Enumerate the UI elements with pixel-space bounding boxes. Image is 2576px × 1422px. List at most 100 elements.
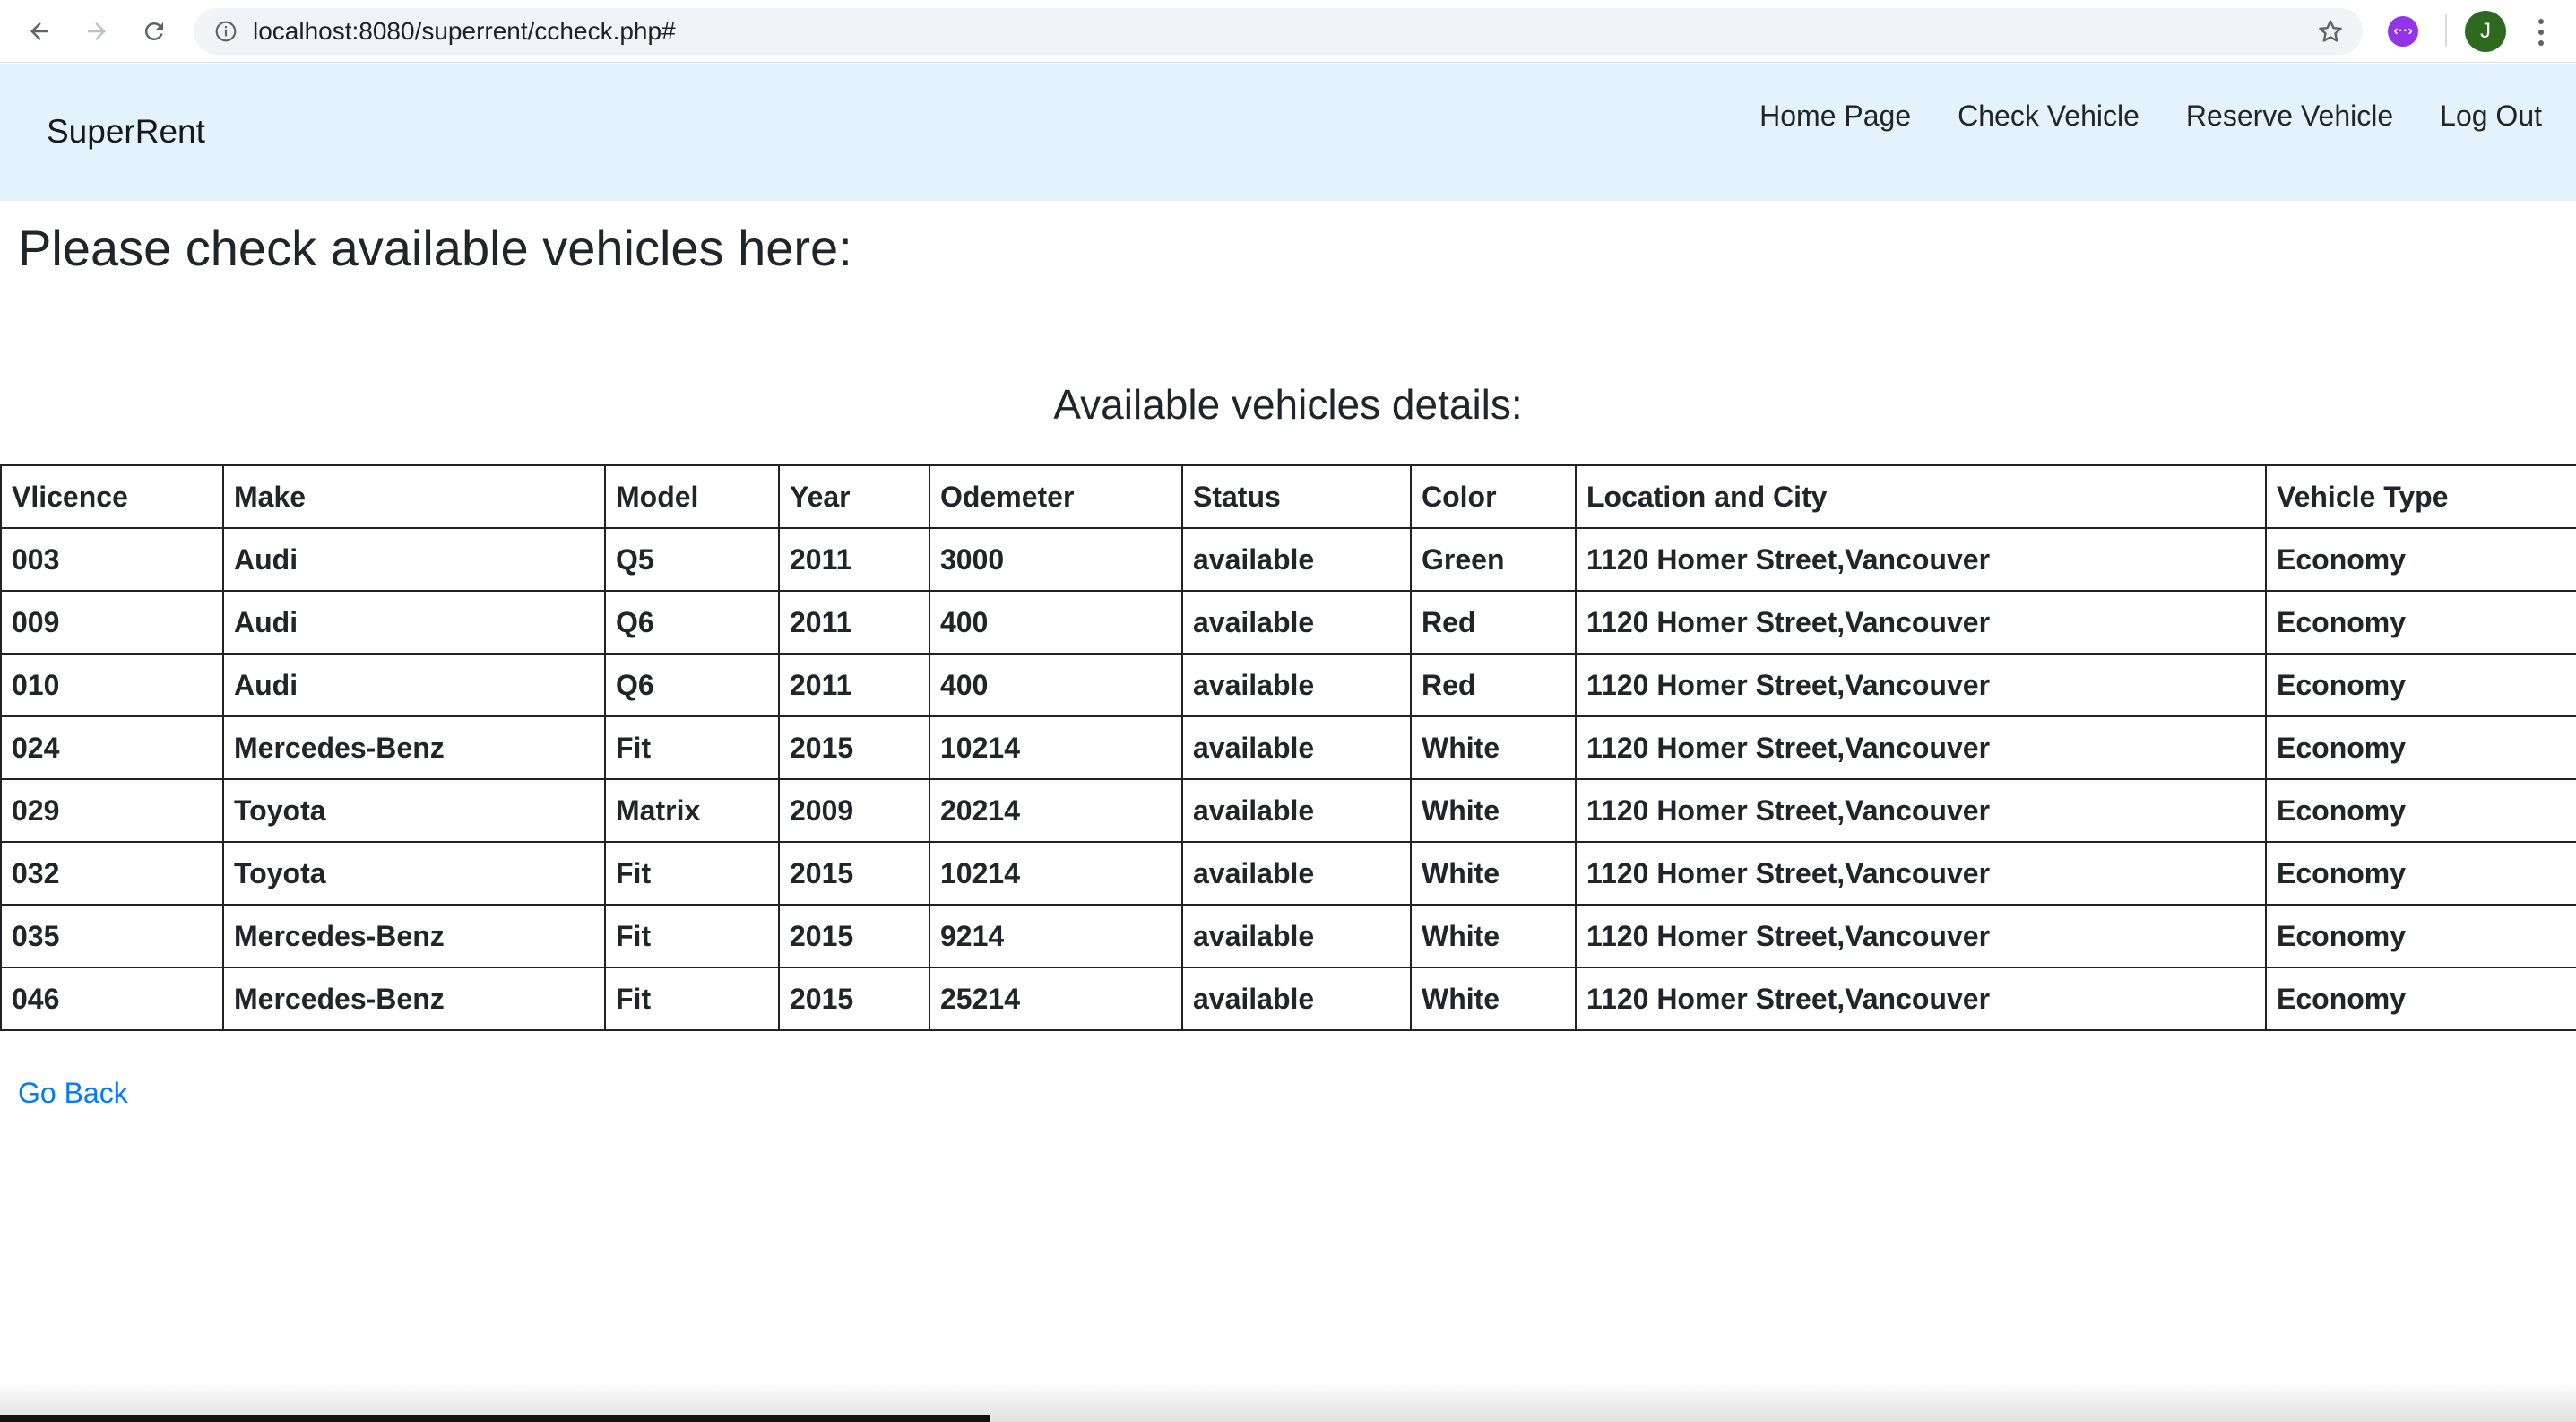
table-cell: Q5 — [604, 527, 780, 592]
table-cell: 3000 — [929, 527, 1183, 592]
table-cell: available — [1181, 715, 1412, 780]
arrow-left-icon — [30, 22, 48, 40]
table-row: 009 Audi Q6 2011 400 available Red 1120 Homer S… — [0, 590, 2576, 655]
table-cell: 2009 — [778, 778, 930, 843]
table-cell: Fit — [604, 715, 780, 780]
table-cell: 035 — [0, 904, 224, 968]
table-cell: Red — [1410, 590, 1577, 655]
table-cell: 2011 — [778, 527, 930, 592]
table-cell: 046 — [0, 967, 224, 1031]
table-cell: 2015 — [778, 715, 930, 780]
nav-log-out[interactable]: Log Out — [2440, 96, 2542, 135]
table-cell: 2015 — [778, 904, 930, 968]
table-cell: 2015 — [778, 841, 930, 906]
profile-avatar[interactable]: J — [2465, 11, 2506, 52]
address-bar[interactable] — [194, 8, 2363, 55]
table-cell: available — [1181, 904, 1412, 968]
table-cell: Audi — [222, 527, 606, 592]
table-cell: Green — [1410, 527, 1577, 592]
vehicles-table: Vlicence Make Model Year Odemeter Status… — [0, 464, 2576, 1031]
table-row: 035 Mercedes-Benz Fit 2015 9214 available Whit… — [0, 904, 2576, 968]
bookmark-star-icon[interactable] — [2316, 17, 2345, 46]
back-button[interactable] — [20, 12, 59, 51]
table-cell: available — [1181, 653, 1412, 717]
nav-reserve-vehicle[interactable]: Reserve Vehicle — [2186, 96, 2393, 135]
table-cell: Fit — [604, 841, 780, 906]
column-header: Vehicle Type — [2265, 464, 2576, 529]
table-cell: Economy — [2265, 653, 2576, 717]
table-cell: Economy — [2265, 904, 2576, 968]
table-cell: 1120 Homer Street,Vancouver — [1575, 653, 2267, 717]
column-header: Make — [222, 464, 606, 529]
reload-icon — [144, 22, 163, 40]
table-cell: Matrix — [604, 778, 780, 843]
table-cell: Q6 — [604, 653, 780, 717]
table-row: 032 Toyota Fit 2015 10214 available White 1120 … — [0, 841, 2576, 906]
table-cell: 10214 — [929, 841, 1183, 906]
table-cell: 20214 — [929, 778, 1183, 843]
table-cell: 9214 — [929, 904, 1183, 968]
reload-button[interactable] — [134, 12, 174, 51]
column-header: Odemeter — [929, 464, 1183, 529]
table-cell: White — [1410, 904, 1577, 968]
page-title: Please check available vehicles here: — [18, 220, 852, 276]
site-navbar: SuperRent Home Page Check Vehicle Reserv… — [0, 64, 2576, 201]
table-cell: Economy — [2265, 967, 2576, 1031]
table-header-row: Vlicence Make Model Year Odemeter Status… — [0, 464, 2576, 529]
go-back-link[interactable]: Go Back — [18, 1077, 128, 1110]
nav-home-page[interactable]: Home Page — [1759, 96, 1911, 135]
table-cell: 1120 Homer Street,Vancouver — [1575, 778, 2267, 843]
table-cell: 1120 Homer Street,Vancouver — [1575, 590, 2267, 655]
table-body: 003 Audi Q5 2011 3000 available Green 1120 Home… — [0, 527, 2576, 1031]
table-cell: 400 — [929, 653, 1183, 717]
table-cell: White — [1410, 967, 1577, 1031]
nav-links: Home Page Check Vehicle Reserve Vehicle … — [1713, 96, 2542, 135]
table-cell: Q6 — [604, 590, 780, 655]
table-cell: Economy — [2265, 778, 2576, 843]
table-cell: White — [1410, 778, 1577, 843]
table-cell: available — [1181, 967, 1412, 1031]
table-cell: Audi — [222, 590, 606, 655]
table-cell: 032 — [0, 841, 224, 906]
column-header: Location and City — [1575, 464, 2267, 529]
table-cell: available — [1181, 841, 1412, 906]
table-cell: 1120 Homer Street,Vancouver — [1575, 841, 2267, 906]
nav-check-vehicle[interactable]: Check Vehicle — [1958, 96, 2139, 135]
column-header: Model — [604, 464, 780, 529]
more-menu-icon[interactable] — [2526, 13, 2556, 52]
table-cell: 25214 — [929, 967, 1183, 1031]
table-cell: Red — [1410, 653, 1577, 717]
table-row: 046 Mercedes-Benz Fit 2015 25214 available Whi… — [0, 967, 2576, 1031]
table-cell: 1120 Homer Street,Vancouver — [1575, 527, 2267, 592]
info-icon[interactable] — [212, 17, 240, 46]
table-cell: 2011 — [778, 653, 930, 717]
table-cell: 003 — [0, 527, 224, 592]
toolbar-divider — [2445, 14, 2447, 47]
column-header: Color — [1410, 464, 1577, 529]
table-cell: 009 — [0, 590, 224, 655]
table-row: 029 Toyota Matrix 2009 20214 available White 11… — [0, 778, 2576, 843]
table-cell: 024 — [0, 715, 224, 780]
table-cell: 010 — [0, 653, 224, 717]
column-header: Vlicence — [0, 464, 224, 529]
brand-link[interactable]: SuperRent — [47, 113, 205, 151]
table-cell: Toyota — [222, 778, 606, 843]
column-header: Year — [778, 464, 930, 529]
table-cell: available — [1181, 527, 1412, 592]
table-row: 024 Mercedes-Benz Fit 2015 10214 available Whi… — [0, 715, 2576, 780]
table-cell: Economy — [2265, 527, 2576, 592]
table-cell: 029 — [0, 778, 224, 843]
browser-toolbar: ‹··› J — [0, 0, 2576, 63]
table-cell: Economy — [2265, 841, 2576, 906]
table-cell: Fit — [604, 904, 780, 968]
table-cell: Mercedes-Benz — [222, 904, 606, 968]
extension-icon[interactable]: ‹··› — [2388, 16, 2418, 47]
forward-button[interactable] — [77, 12, 117, 51]
table-cell: Mercedes-Benz — [222, 967, 606, 1031]
table-cell: 1120 Homer Street,Vancouver — [1575, 967, 2267, 1031]
table-cell: Audi — [222, 653, 606, 717]
arrow-right-icon — [88, 22, 106, 40]
table-cell: 2011 — [778, 590, 930, 655]
url-input[interactable] — [253, 17, 2225, 46]
table-cell: available — [1181, 778, 1412, 843]
